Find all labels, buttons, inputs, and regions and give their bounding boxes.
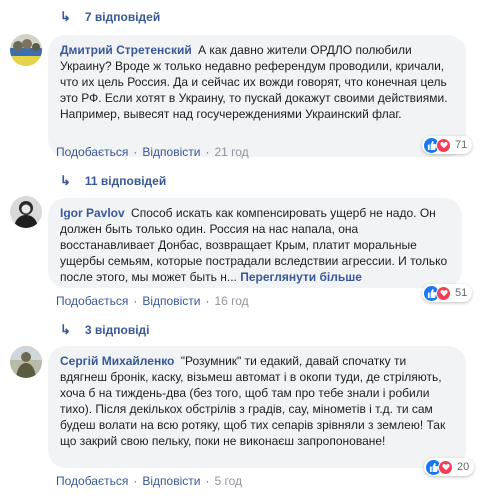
comment-actions: Подобається · Відповісти · 21 год [56, 145, 249, 159]
separator-dot: · [205, 294, 210, 308]
reply-arrow-icon: ↳ [60, 322, 71, 337]
replies-count-label: 3 відповіді [84, 323, 150, 337]
reactions-badge[interactable]: 51 [422, 284, 473, 302]
comment-actions: Подобається · Відповісти · 16 год [56, 294, 249, 308]
comment-bubble: Igor Pavlov Способ искать как компенсиро… [48, 198, 462, 288]
reply-link[interactable]: Відповісти [142, 294, 200, 308]
love-reaction-icon [436, 137, 451, 153]
separator-dot: · [133, 294, 138, 308]
comment-author[interactable]: Сергій Михайленко [60, 354, 174, 368]
reply-arrow-icon: ↳ [60, 173, 71, 188]
avatar[interactable] [10, 196, 42, 228]
separator-dot: · [133, 145, 138, 159]
timestamp[interactable]: 16 год [214, 294, 248, 308]
reply-link[interactable]: Відповісти [142, 474, 200, 488]
comment-text: "Розумник" ти едакий, давай спочатку ти … [60, 354, 446, 448]
comment-actions: Подобається · Відповісти · 5 год [56, 474, 242, 488]
separator-dot: · [205, 474, 210, 488]
like-link[interactable]: Подобається [56, 294, 128, 308]
reaction-count: 71 [455, 139, 468, 151]
separator-dot: · [205, 145, 210, 159]
avatar[interactable] [10, 346, 42, 378]
separator-dot: · [133, 474, 138, 488]
comment-author[interactable]: Дмитрий Стретенский [60, 43, 192, 57]
like-link[interactable]: Подобається [56, 474, 128, 488]
timestamp[interactable]: 5 год [214, 474, 242, 488]
reply-arrow-icon: ↳ [60, 9, 71, 24]
comment-author[interactable]: Igor Pavlov [60, 206, 125, 220]
comment-bubble: Сергій Михайленко "Розумник" ти едакий, … [48, 346, 466, 468]
comment-bubble: Дмитрий Стретенский А как давно жители О… [48, 35, 466, 157]
view-replies-link[interactable]: ↳ 3 відповіді [60, 322, 149, 338]
like-link[interactable]: Подобається [56, 145, 128, 159]
timestamp[interactable]: 21 год [214, 145, 248, 159]
view-replies-link[interactable]: ↳ 7 відповідей [60, 9, 160, 25]
reactions-badge[interactable]: 20 [424, 458, 475, 476]
reactions-badge[interactable]: 71 [422, 136, 473, 154]
reaction-count: 51 [455, 287, 468, 299]
view-replies-link[interactable]: ↳ 11 відповідей [60, 173, 166, 189]
love-reaction-icon [438, 459, 453, 475]
replies-count-label: 11 відповідей [84, 174, 167, 188]
see-more-link[interactable]: Переглянути більше [240, 270, 362, 284]
replies-count-label: 7 відповідей [84, 10, 161, 24]
love-reaction-icon [436, 285, 451, 301]
reaction-count: 20 [457, 461, 470, 473]
avatar[interactable] [10, 34, 42, 66]
reply-link[interactable]: Відповісти [142, 145, 200, 159]
